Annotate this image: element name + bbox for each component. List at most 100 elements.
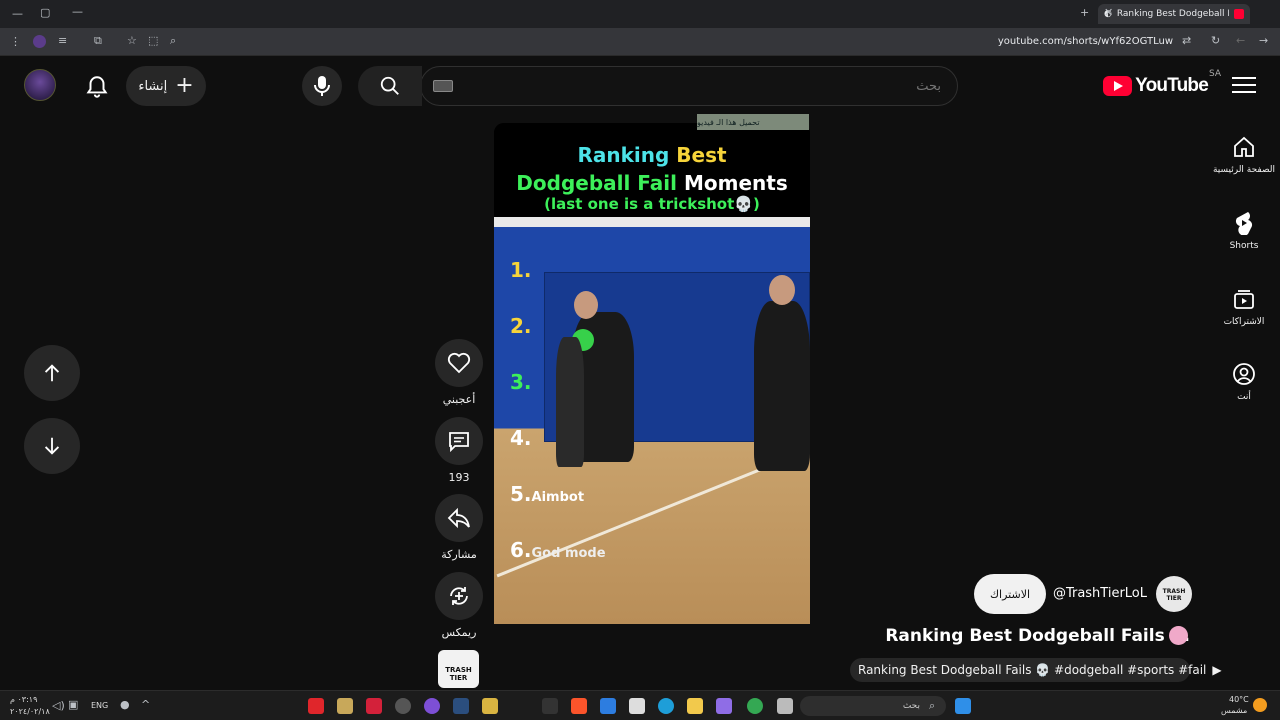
chrome-icon[interactable] bbox=[747, 698, 763, 714]
file-explorer-icon[interactable] bbox=[687, 698, 703, 714]
guide-menu-icon[interactable] bbox=[1232, 77, 1256, 95]
shorts-icon bbox=[1235, 212, 1253, 235]
bell-icon bbox=[86, 76, 108, 98]
weather-sun-icon[interactable] bbox=[1253, 698, 1267, 712]
previous-short-button[interactable] bbox=[24, 345, 80, 401]
discord-icon[interactable] bbox=[424, 698, 440, 714]
app-icon-red2[interactable] bbox=[366, 698, 382, 714]
site-settings-icon[interactable]: ⇄ bbox=[1182, 34, 1191, 47]
task-view-icon[interactable] bbox=[777, 698, 793, 714]
tab-active[interactable]: Ranking Best Dodgeball Fa ◐ bbox=[1098, 4, 1250, 24]
search-box bbox=[420, 66, 958, 106]
profile-icon[interactable] bbox=[33, 35, 46, 48]
close-tab-icon[interactable]: ✕ bbox=[1104, 6, 1113, 19]
channel-handle[interactable]: @TrashTierLoL bbox=[1053, 586, 1147, 601]
weather-desc[interactable]: مشمس bbox=[1221, 706, 1247, 715]
play-triangle-icon: ▶ bbox=[1212, 663, 1222, 677]
notifications-button[interactable] bbox=[84, 74, 112, 102]
voice-search-button[interactable] bbox=[302, 66, 342, 106]
windows-start-icon[interactable] bbox=[955, 698, 971, 714]
comments-button[interactable]: 193 bbox=[434, 417, 484, 484]
app-icon-steam-alt[interactable] bbox=[395, 698, 411, 714]
title-part: Ranking bbox=[577, 143, 677, 167]
epic-games-icon[interactable] bbox=[542, 698, 558, 714]
app-icon-lol[interactable] bbox=[337, 698, 353, 714]
reload-icon[interactable]: ↻ bbox=[1211, 34, 1220, 47]
guide-item-you[interactable]: أنت bbox=[1208, 362, 1280, 402]
windows-taskbar: ٠٣:١٩ م ٢٠٢٤/٠٢/١٨ ◁) ▣ ENG ● ^ بحث ⌕ 40… bbox=[0, 690, 1280, 720]
minimize-icon[interactable]: — bbox=[12, 7, 23, 20]
create-button[interactable]: إنشاء + bbox=[126, 66, 206, 106]
browser-address-bar: ⋮ ≡ ⧉ ☆ ⬚ ⌕ youtube.com/shorts/wYf62OGTL… bbox=[0, 28, 1280, 56]
input-language[interactable]: ENG bbox=[91, 701, 108, 710]
channel-avatar[interactable]: TRASH TIER bbox=[1156, 576, 1192, 612]
youtube-logo[interactable]: YouTube SA bbox=[1103, 69, 1221, 97]
account-avatar[interactable] bbox=[24, 69, 56, 101]
remix-button[interactable]: ريمكس bbox=[434, 572, 484, 639]
app-icon-red[interactable] bbox=[308, 698, 324, 714]
country-code: SA bbox=[1208, 69, 1221, 79]
new-tab-icon[interactable]: + bbox=[1080, 6, 1089, 19]
create-label: إنشاء bbox=[138, 78, 168, 94]
guide-item-subscriptions[interactable]: الاشتراكات bbox=[1208, 287, 1280, 327]
maximize-icon[interactable]: ▢ bbox=[40, 6, 50, 19]
share-button[interactable]: مشاركة bbox=[434, 494, 484, 561]
url-text[interactable]: youtube.com/shorts/wYf62OGTLuw bbox=[998, 36, 1173, 47]
description-pill[interactable]: Ranking Best Dodgeball Fails 💀 #dodgebal… bbox=[850, 658, 1222, 682]
share-circle[interactable] bbox=[435, 494, 483, 542]
video-title[interactable]: Ranking Best Dodgeball Fails ... bbox=[885, 626, 1190, 646]
like-button[interactable]: أعجبني bbox=[434, 339, 484, 406]
back-icon[interactable]: ← bbox=[1236, 34, 1245, 47]
youtube-header: YouTube SA إنشاء + bbox=[0, 57, 1280, 115]
clock-time[interactable]: ٠٣:١٩ م bbox=[10, 695, 37, 704]
like-label: أعجبني bbox=[442, 393, 476, 406]
rank-number: 6. bbox=[510, 538, 532, 562]
share-label: مشاركة bbox=[441, 548, 477, 561]
weather-temp[interactable]: 40°C bbox=[1229, 695, 1249, 704]
search-input[interactable] bbox=[421, 67, 957, 105]
comment-icon bbox=[449, 432, 469, 453]
close-window-icon[interactable]: — bbox=[72, 5, 83, 18]
extensions-icon[interactable]: ⧉ bbox=[94, 34, 102, 48]
download-video-overlay[interactable]: تحميل هذا الـ فيديو bbox=[697, 114, 809, 130]
rank-label: God mode bbox=[531, 546, 606, 561]
bookmark-star-icon[interactable]: ☆ bbox=[127, 34, 137, 47]
reading-list-icon[interactable]: ≡ bbox=[58, 34, 67, 47]
mic-tray-icon[interactable]: ● bbox=[120, 698, 130, 711]
speaker-icon[interactable]: ◁) bbox=[52, 699, 65, 712]
taskbar-search-placeholder: بحث bbox=[902, 701, 920, 711]
remix-label: ريمكس bbox=[441, 626, 477, 639]
remix-circle[interactable] bbox=[435, 572, 483, 620]
taskbar-search[interactable]: بحث bbox=[800, 696, 946, 716]
network-icon[interactable]: ▣ bbox=[68, 698, 78, 711]
guide-label: Shorts bbox=[1229, 241, 1259, 251]
player-head bbox=[769, 275, 795, 305]
app-icon-purple[interactable] bbox=[716, 698, 732, 714]
guide-item-shorts[interactable]: Shorts bbox=[1208, 211, 1280, 251]
guide-item-home[interactable]: الصفحة الرئيسية bbox=[1208, 135, 1280, 175]
search-button[interactable] bbox=[358, 66, 422, 106]
next-short-button[interactable] bbox=[24, 418, 80, 474]
like-circle[interactable] bbox=[435, 339, 483, 387]
keyboard-icon[interactable] bbox=[433, 80, 453, 92]
rank-number: 4. bbox=[510, 426, 532, 450]
subscribe-button[interactable]: الاشتراك bbox=[974, 574, 1046, 614]
brave-icon[interactable] bbox=[571, 698, 587, 714]
video-title-overlay: Ranking Best Dodgeball Fail Moments (las… bbox=[494, 123, 810, 217]
steam-icon[interactable] bbox=[453, 698, 469, 714]
app-icon-yellow[interactable] bbox=[482, 698, 498, 714]
shorts-video-player[interactable]: Ranking Best Dodgeball Fail Moments (las… bbox=[494, 123, 810, 624]
forward-icon[interactable]: → bbox=[1259, 34, 1268, 47]
rank-label: Aimbot bbox=[531, 490, 585, 505]
comments-circle[interactable] bbox=[435, 417, 483, 465]
channel-thumbnail[interactable]: TRASH TIER bbox=[438, 650, 479, 688]
title-part: Moments bbox=[683, 171, 788, 195]
screenshot-icon[interactable]: ⬚ bbox=[148, 34, 158, 47]
edge-icon[interactable] bbox=[658, 698, 674, 714]
mail-icon[interactable] bbox=[600, 698, 616, 714]
clock-date[interactable]: ٢٠٢٤/٠٢/١٨ bbox=[10, 707, 50, 716]
store-icon[interactable] bbox=[629, 698, 645, 714]
show-hidden-icons[interactable]: ^ bbox=[141, 698, 150, 711]
browser-menu-icon[interactable]: ⋮ bbox=[10, 35, 21, 48]
zoom-icon[interactable]: ⌕ bbox=[170, 34, 176, 48]
